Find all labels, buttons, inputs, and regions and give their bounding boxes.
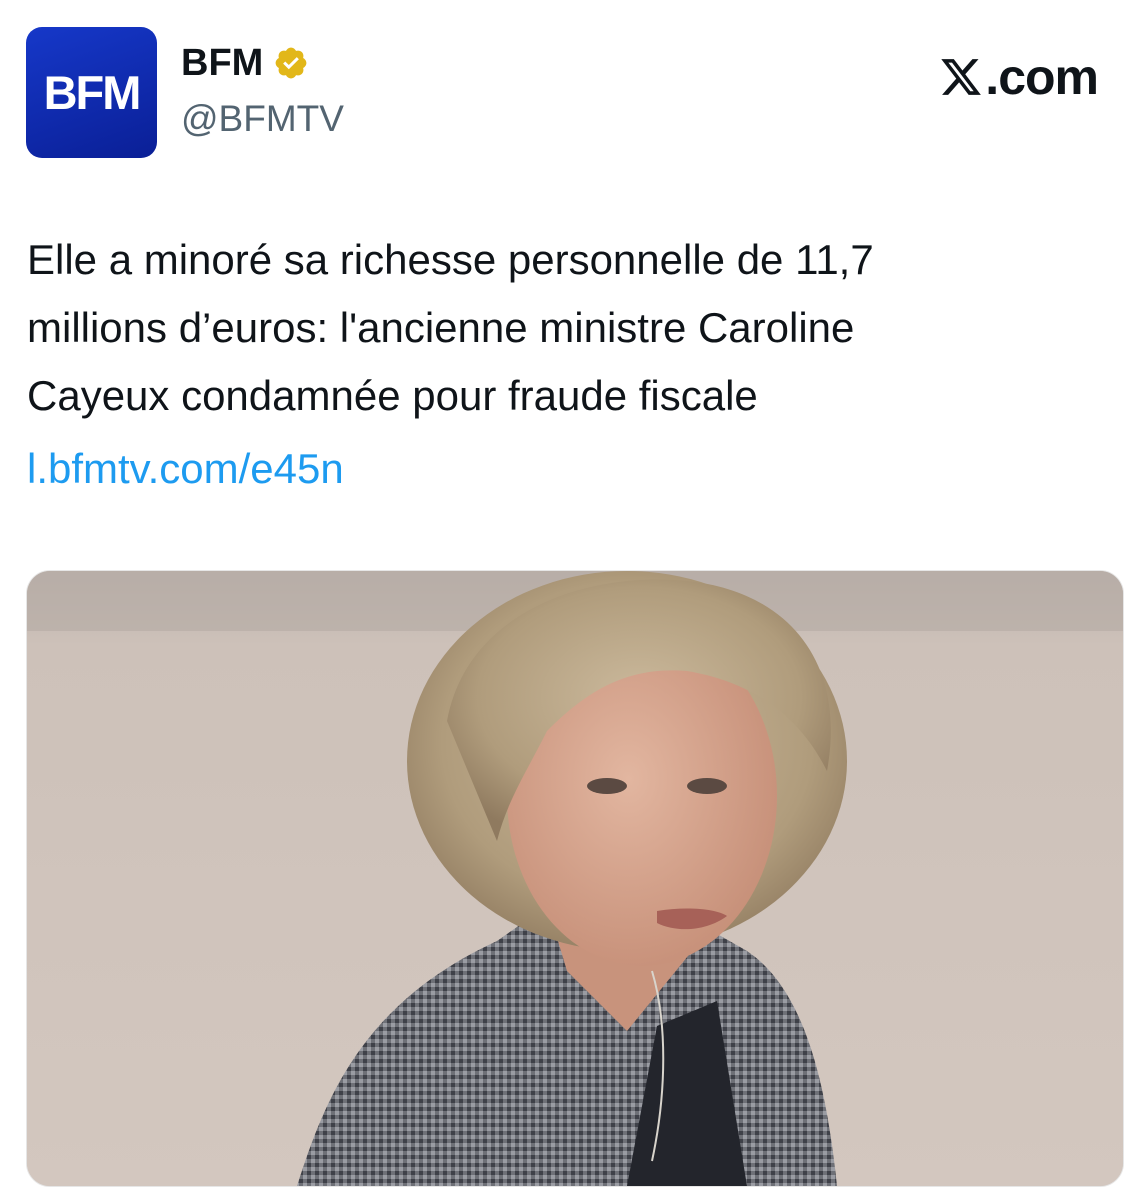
tweet-link[interactable]: l.bfmtv.com/e45n [27, 435, 344, 503]
tweet-photo[interactable] [26, 570, 1124, 1187]
x-logo-icon [941, 59, 982, 95]
display-name[interactable]: BFM [181, 44, 263, 82]
platform-domain: .com [985, 49, 1099, 105]
platform-brand: .com [939, 49, 1099, 105]
verified-badge-icon [275, 47, 307, 79]
account-name-row: BFM [181, 44, 309, 82]
tweet-text: Elle a minoré sa richesse personnelle de… [27, 236, 874, 419]
portrait-photo [27, 571, 1123, 1186]
avatar-logo-text: BFM [43, 66, 142, 119]
account-handle[interactable]: @BFMTV [181, 100, 344, 137]
avatar[interactable]: BFM [26, 27, 157, 158]
